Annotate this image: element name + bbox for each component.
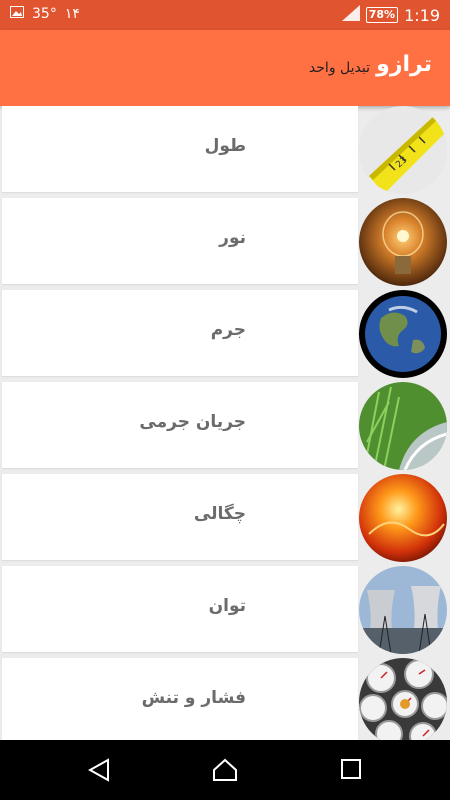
back-icon[interactable] xyxy=(87,758,110,786)
signal-icon xyxy=(341,5,360,25)
earth-globe-icon xyxy=(359,290,447,378)
list-item-length[interactable]: طول 23 xyxy=(0,106,450,194)
list-item-card: توان xyxy=(2,566,358,652)
status-bar: 35° ۱۴ 78% 1:19 xyxy=(0,0,450,30)
grass-water-icon xyxy=(359,382,447,470)
list-item-light[interactable]: نور xyxy=(0,198,450,286)
list-item-label: طول xyxy=(204,136,246,156)
app-title: ترازو xyxy=(376,52,432,77)
list-item-label: فشار و تنش xyxy=(141,688,246,708)
system-navigation-bar xyxy=(0,740,450,800)
list-item-card: نور xyxy=(2,198,358,284)
list-item-card: جرم xyxy=(2,290,358,376)
list-item-card: طول xyxy=(2,106,358,192)
list-item-mass[interactable]: جرم xyxy=(0,290,450,378)
recents-icon[interactable] xyxy=(340,758,362,784)
light-bulb-icon xyxy=(359,198,447,286)
app-subtitle: تبدیل واحد xyxy=(308,60,370,76)
clock-text: 1:19 xyxy=(404,5,440,25)
list-item-label: نور xyxy=(219,228,246,248)
power-plant-icon xyxy=(359,566,447,654)
battery-indicator: 78% xyxy=(365,7,399,23)
list-item-density[interactable]: چگالی xyxy=(0,474,450,562)
list-item-label: جریان جرمی xyxy=(139,412,246,432)
list-item-card: فشار و تنش xyxy=(2,658,358,740)
list-item-label: چگالی xyxy=(193,504,246,524)
home-icon[interactable] xyxy=(212,758,238,786)
tape-measure-icon: 23 xyxy=(359,106,447,194)
sun-surface-icon xyxy=(359,474,447,562)
app-bar: ترازو تبدیل واحد xyxy=(0,30,450,106)
list-item-mass-flow[interactable]: جریان جرمی xyxy=(0,382,450,470)
list-item-power[interactable]: توان xyxy=(0,566,450,654)
date-text: ۱۴ xyxy=(64,6,80,22)
temperature-text: 35° xyxy=(32,6,57,22)
unit-category-list: طول 23 نور جرم جریان جرمی چگالی توان فشا… xyxy=(0,106,450,740)
image-notification-icon xyxy=(10,6,24,22)
list-item-card: چگالی xyxy=(2,474,358,560)
pressure-gauges-icon xyxy=(359,658,447,740)
list-item-label: جرم xyxy=(210,320,246,340)
list-item-card: جریان جرمی xyxy=(2,382,358,468)
list-item-label: توان xyxy=(208,596,246,616)
list-item-pressure[interactable]: فشار و تنش xyxy=(0,658,450,740)
